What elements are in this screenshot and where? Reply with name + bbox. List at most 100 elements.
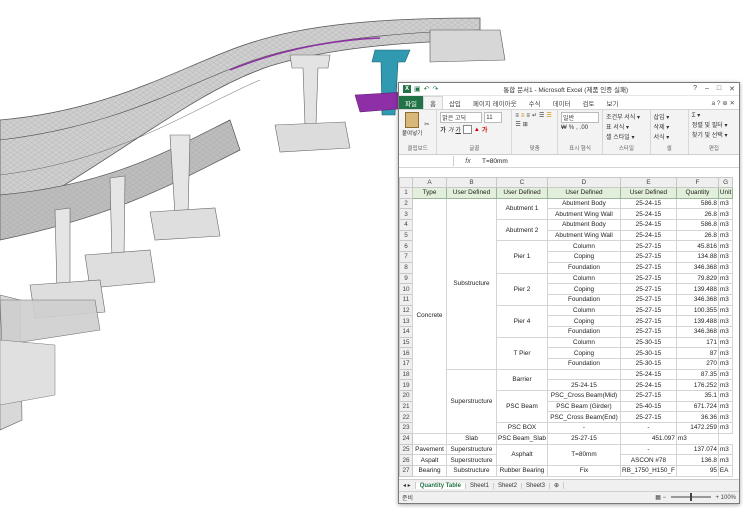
decimal-icon[interactable]: .00 xyxy=(580,125,588,131)
column-header[interactable]: B xyxy=(446,177,497,188)
row-header[interactable]: 4 xyxy=(399,219,413,231)
table-cell[interactable]: m3 xyxy=(717,325,734,338)
row-header[interactable]: 12 xyxy=(399,304,413,317)
undo-icon[interactable]: ↶ xyxy=(424,85,430,93)
sheet-tab-sheet2[interactable]: Sheet2 xyxy=(494,482,522,489)
column-header[interactable]: A xyxy=(412,177,447,188)
cut-icon[interactable]: ✂ xyxy=(424,112,429,137)
merge-icon[interactable]: ⊞ xyxy=(523,121,528,128)
cell-asphalt-thickness[interactable]: T=80mm xyxy=(546,443,621,466)
sheet-nav-icon[interactable]: ◂ ▸ xyxy=(399,482,416,489)
table-cell[interactable]: Coping xyxy=(546,251,621,263)
italic-button[interactable]: 가 xyxy=(448,125,454,134)
redo-icon[interactable]: ↷ xyxy=(433,85,439,93)
cell-rubber-bearing[interactable]: Rubber Bearing xyxy=(496,464,548,477)
table-cell[interactable]: 137.074 xyxy=(675,443,719,456)
table-cell[interactable]: 25-24-15 xyxy=(619,208,677,221)
table-cell[interactable]: - xyxy=(546,422,621,434)
cell-pier-1[interactable]: Pier 1 xyxy=(496,240,548,274)
delete-cells-button[interactable]: 삭제 ▾ xyxy=(654,122,670,131)
table-cell[interactable]: 346.368 xyxy=(675,293,719,306)
table-cell[interactable]: 100.355 xyxy=(675,304,719,317)
table-cell[interactable]: m3 xyxy=(717,368,734,381)
table-cell[interactable]: 25-27-15 xyxy=(619,304,677,317)
table-cell[interactable]: 270 xyxy=(675,358,719,370)
table-cell[interactable]: 1472.259 xyxy=(675,422,719,434)
table-cell[interactable]: 671.724 xyxy=(675,400,719,413)
align-left-icon[interactable]: ☰ xyxy=(539,112,544,119)
row-header[interactable]: 11 xyxy=(399,293,413,306)
select-all-corner[interactable] xyxy=(399,177,413,188)
table-cell[interactable]: 25-24-15 xyxy=(619,368,677,381)
cell-slab[interactable]: Slab xyxy=(446,432,497,445)
tab-file[interactable]: 파일 xyxy=(399,96,423,109)
table-cell[interactable]: Fix xyxy=(546,464,621,477)
sheet-tab-sheet3[interactable]: Sheet3 xyxy=(522,482,551,489)
table-cell[interactable]: 134.88 xyxy=(675,251,719,263)
table-cell[interactable]: PSC Beam_Slab xyxy=(496,432,548,445)
table-cell[interactable]: 35.1 xyxy=(675,390,719,402)
table-cell[interactable]: 25-30-15 xyxy=(619,336,677,349)
zoom-slider[interactable] xyxy=(670,493,711,502)
tab-data[interactable]: 데이터 xyxy=(547,96,577,109)
table-cell[interactable]: 79.829 xyxy=(675,272,719,285)
table-cell[interactable]: m3 xyxy=(717,358,734,370)
table-cell[interactable]: Foundation xyxy=(546,325,621,338)
row-header[interactable]: 14 xyxy=(399,325,413,338)
table-cell[interactable]: 45.816 xyxy=(675,240,719,253)
table-cell[interactable]: 25-27-15 xyxy=(619,411,677,424)
row-header[interactable]: 8 xyxy=(399,261,413,274)
border-icon[interactable] xyxy=(462,125,472,134)
table-cell[interactable]: PSC_Cross Beam(End) xyxy=(546,411,621,424)
table-cell[interactable]: m3 xyxy=(717,454,734,466)
table-cell[interactable]: Coping xyxy=(546,315,621,327)
cell-asphalt[interactable]: Asphalt xyxy=(496,443,548,466)
table-cell[interactable]: 25-24-15 xyxy=(619,379,677,392)
table-cell[interactable]: 25-27-15 xyxy=(619,240,677,253)
percent-icon[interactable]: % xyxy=(569,125,574,131)
help-button[interactable]: ? xyxy=(693,85,697,93)
table-cell[interactable]: m3 xyxy=(717,197,734,210)
row-header[interactable]: 25 xyxy=(399,443,413,456)
number-format-select[interactable]: 일반 xyxy=(561,112,600,123)
table-cell[interactable]: 25-30-15 xyxy=(619,358,677,370)
table-cell[interactable]: Foundation xyxy=(546,293,621,306)
add-sheet-icon[interactable]: ⊕ xyxy=(550,482,565,489)
table-cell[interactable]: PSC Beam (Girder) xyxy=(546,400,621,413)
table-cell[interactable] xyxy=(546,368,621,381)
column-header[interactable]: G xyxy=(717,177,734,188)
table-cell[interactable]: 586.8 xyxy=(675,219,719,231)
table-cell[interactable]: m3 xyxy=(675,432,719,445)
header-cell[interactable]: Unit xyxy=(717,187,734,199)
row-header[interactable]: 18 xyxy=(399,368,413,381)
table-cell[interactable]: - xyxy=(619,443,677,456)
minimize-button[interactable]: – xyxy=(705,85,709,93)
row-header[interactable]: 27 xyxy=(399,464,413,477)
table-format-button[interactable]: 표 서식 ▾ xyxy=(606,122,640,131)
table-cell[interactable]: Abutment Wing Wall xyxy=(546,229,621,242)
column-header[interactable]: E xyxy=(619,177,677,188)
table-cell[interactable]: m3 xyxy=(717,347,734,359)
header-cell[interactable]: Quantity xyxy=(675,187,719,199)
header-cell[interactable]: Type xyxy=(412,187,447,199)
underline-button[interactable]: 가 xyxy=(455,125,461,134)
cell-pier-2[interactable]: Pier 2 xyxy=(496,272,548,306)
table-cell[interactable]: 26.8 xyxy=(675,229,719,242)
cell-abutment-1[interactable]: Abutment 1 xyxy=(496,197,548,221)
row-header[interactable]: 9 xyxy=(399,272,413,285)
row-header[interactable]: 1 xyxy=(399,187,413,199)
cell-aspalt[interactable]: Aspalt xyxy=(412,454,447,466)
cell-pavement-superstructure[interactable]: Superstructure xyxy=(446,443,497,456)
table-cell[interactable]: Abutment Wing Wall xyxy=(546,208,621,221)
cell-type-concrete[interactable]: Concrete xyxy=(412,197,447,434)
table-cell[interactable]: 136.8 xyxy=(675,454,719,466)
column-header[interactable]: F xyxy=(675,177,719,188)
zoom-in-icon[interactable]: + xyxy=(715,495,719,501)
conditional-format-button[interactable]: 조건부 서식 ▾ xyxy=(606,112,640,121)
insert-cells-button[interactable]: 삽입 ▾ xyxy=(654,112,670,121)
table-cell[interactable]: 25-27-15 xyxy=(619,325,677,338)
tab-review[interactable]: 검토 xyxy=(577,96,601,109)
ribbon-right-controls[interactable]: a ? ⊕ ✕ xyxy=(711,96,739,109)
cell-bearing-substructure[interactable]: Substructure xyxy=(446,464,497,477)
table-cell[interactable]: m3 xyxy=(717,272,734,285)
